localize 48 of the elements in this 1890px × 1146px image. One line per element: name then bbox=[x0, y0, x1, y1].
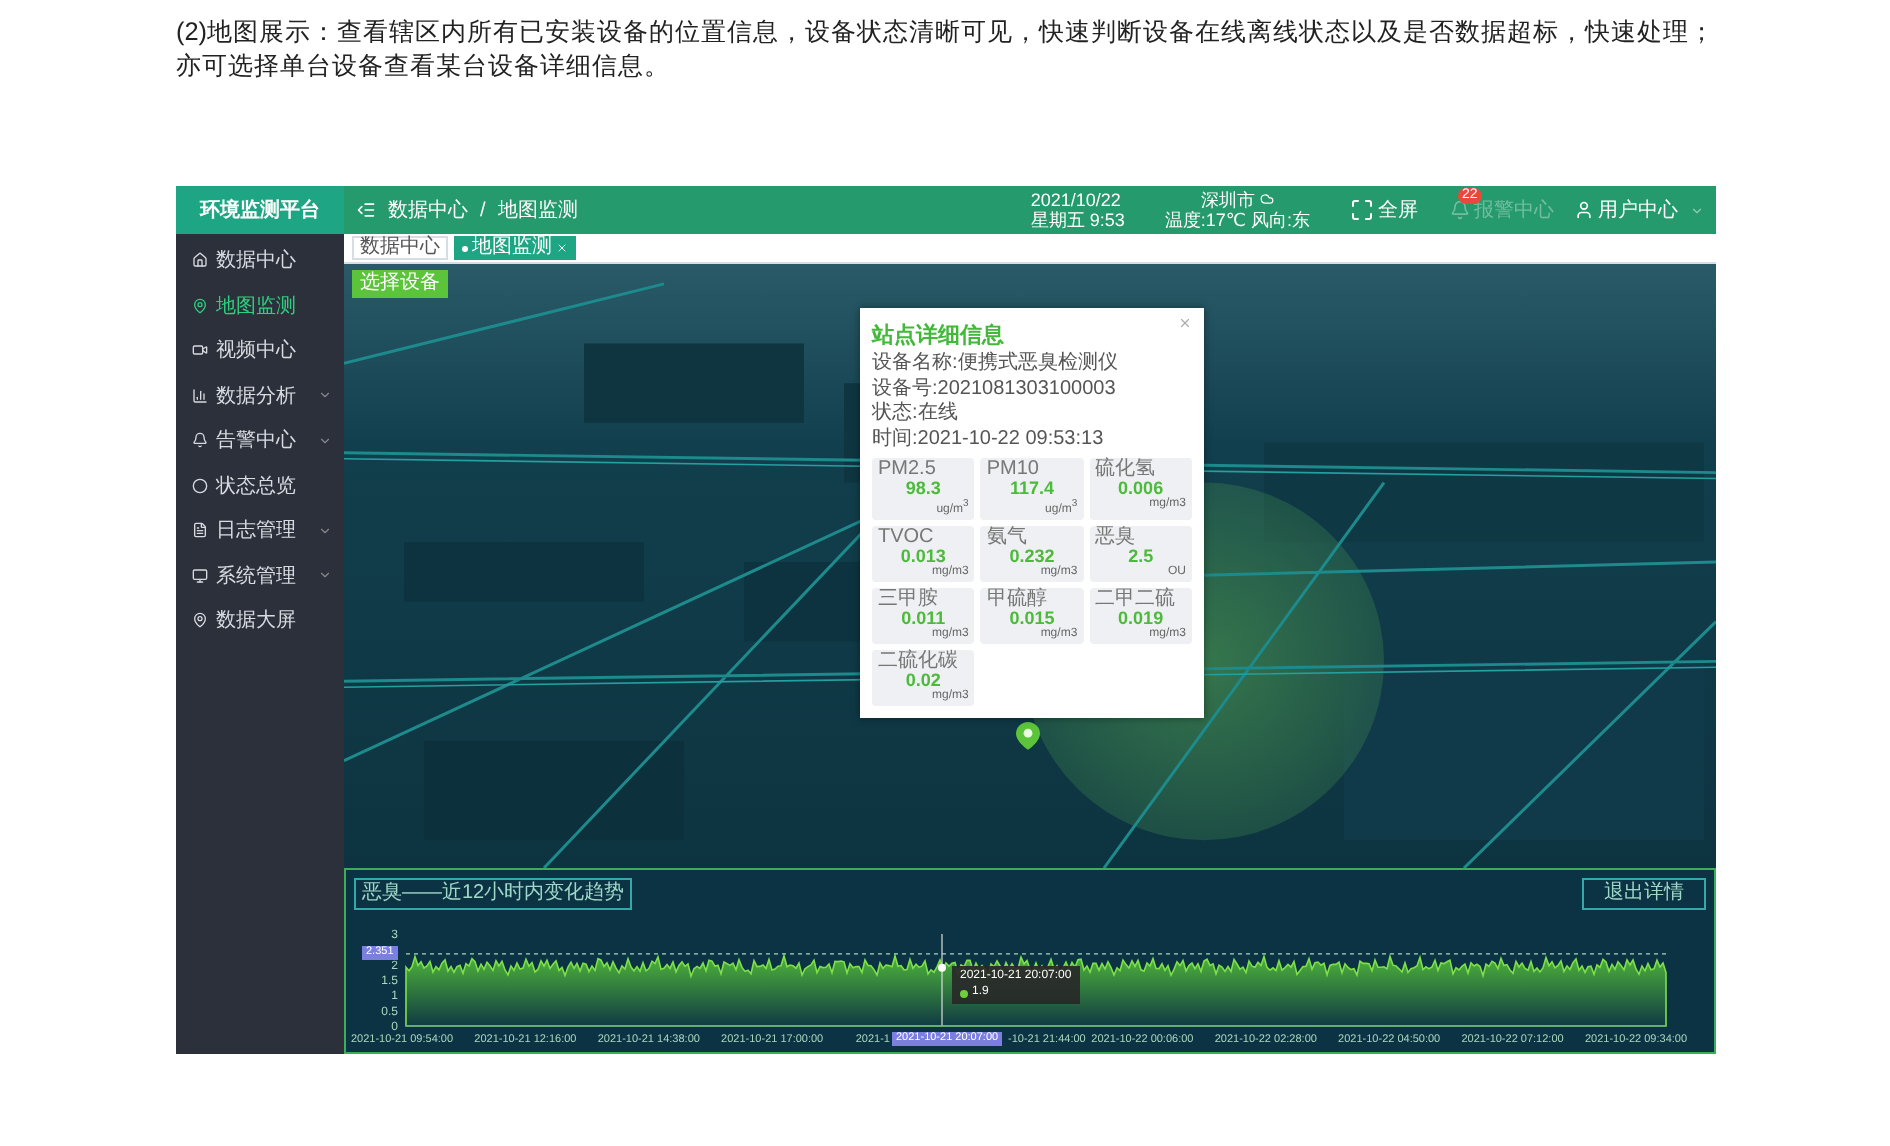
sidebar-item[interactable]: 告警中心 bbox=[176, 418, 344, 463]
reading-value: 0.015 bbox=[1009, 610, 1055, 628]
reading-value: 98.3 bbox=[905, 480, 941, 498]
device-info-text: 时间:2021-10-22 09:53:13 bbox=[872, 427, 1106, 452]
city-text: 深圳市 bbox=[1200, 190, 1274, 210]
reading-value: 0.011 bbox=[901, 610, 946, 628]
popup-title: 站点详细信息 bbox=[872, 322, 1004, 350]
reading-name: 三甲胺 bbox=[878, 590, 938, 610]
reading-name: 氨气 bbox=[986, 528, 1027, 548]
sidebar-item[interactable]: 地图监测 bbox=[176, 283, 344, 328]
device-info-text: 设备名称:便携式恶臭检测仪 bbox=[872, 352, 1120, 377]
fullscreen-button[interactable]: 全屏 bbox=[1350, 196, 1418, 224]
reading-name: 恶臭 bbox=[1095, 528, 1136, 548]
sidebar-item[interactable]: 数据大屏 bbox=[176, 598, 344, 643]
breadcrumb-item[interactable]: 数据中心 bbox=[388, 196, 468, 224]
reading-name: 二硫化碳 bbox=[878, 652, 958, 672]
time-text: 星期五 9:53 bbox=[1030, 210, 1125, 230]
sidebar-item[interactable]: 视频中心 bbox=[176, 328, 344, 373]
reading-value: 0.019 bbox=[1118, 610, 1164, 628]
weather-text: 温度:17℃ 风向:东 bbox=[1164, 210, 1310, 230]
reading-name: 甲硫醇 bbox=[986, 590, 1047, 610]
device-info-text: 设备号:2021081303100003 bbox=[872, 377, 1118, 401]
user-center-button[interactable]: 用户中心 bbox=[1574, 196, 1678, 224]
reading-value: 117.4 bbox=[1009, 480, 1054, 498]
sidebar-item[interactable]: 状态总览 bbox=[176, 463, 344, 508]
sidebar-item[interactable]: 数据中心 bbox=[176, 238, 344, 283]
date-text: 2021/10/22 bbox=[1030, 190, 1123, 210]
reading-value: 0.013 bbox=[900, 548, 946, 566]
breadcrumb-item[interactable]: 地图监测 bbox=[497, 196, 578, 224]
reading-name: 硫化氢 bbox=[1095, 460, 1156, 480]
reading-name: TVOC bbox=[878, 528, 934, 548]
trend-title: 恶臭——近12小时内变化趋势 bbox=[354, 878, 633, 910]
reading-value: 0.02 bbox=[905, 672, 941, 690]
sidebar-item[interactable]: 系统管理 bbox=[176, 553, 344, 598]
sidebar-item[interactable]: 日志管理 bbox=[176, 508, 344, 553]
reading-name: PM2.5 bbox=[878, 460, 936, 480]
reading-name: 二甲二硫 bbox=[1095, 590, 1176, 610]
app-title: 环境监测平台 bbox=[176, 186, 344, 234]
reading-value: 2.5 bbox=[1128, 548, 1154, 566]
tab[interactable]: 数据中心 bbox=[352, 236, 448, 260]
sidebar-item[interactable]: 数据分析 bbox=[176, 373, 344, 418]
reading-value: 0.006 bbox=[1118, 480, 1164, 498]
reading-value: 0.232 bbox=[1009, 548, 1055, 566]
exit-details-button[interactable]: 退出详情 bbox=[1582, 878, 1706, 910]
device-info-text: 状态:在线 bbox=[872, 402, 960, 427]
intro-paragraph: (2)地图展示：查看辖区内所有已安装设备的位置信息，设备状态清晰可见，快速判断设备在线离线状态以及是否数据超标，快速处理；亦可选择单台设备查看某台设备详细信息。 bbox=[176, 16, 1718, 84]
reading-name: PM10 bbox=[986, 460, 1039, 480]
breadcrumb-separator: / bbox=[480, 199, 486, 221]
